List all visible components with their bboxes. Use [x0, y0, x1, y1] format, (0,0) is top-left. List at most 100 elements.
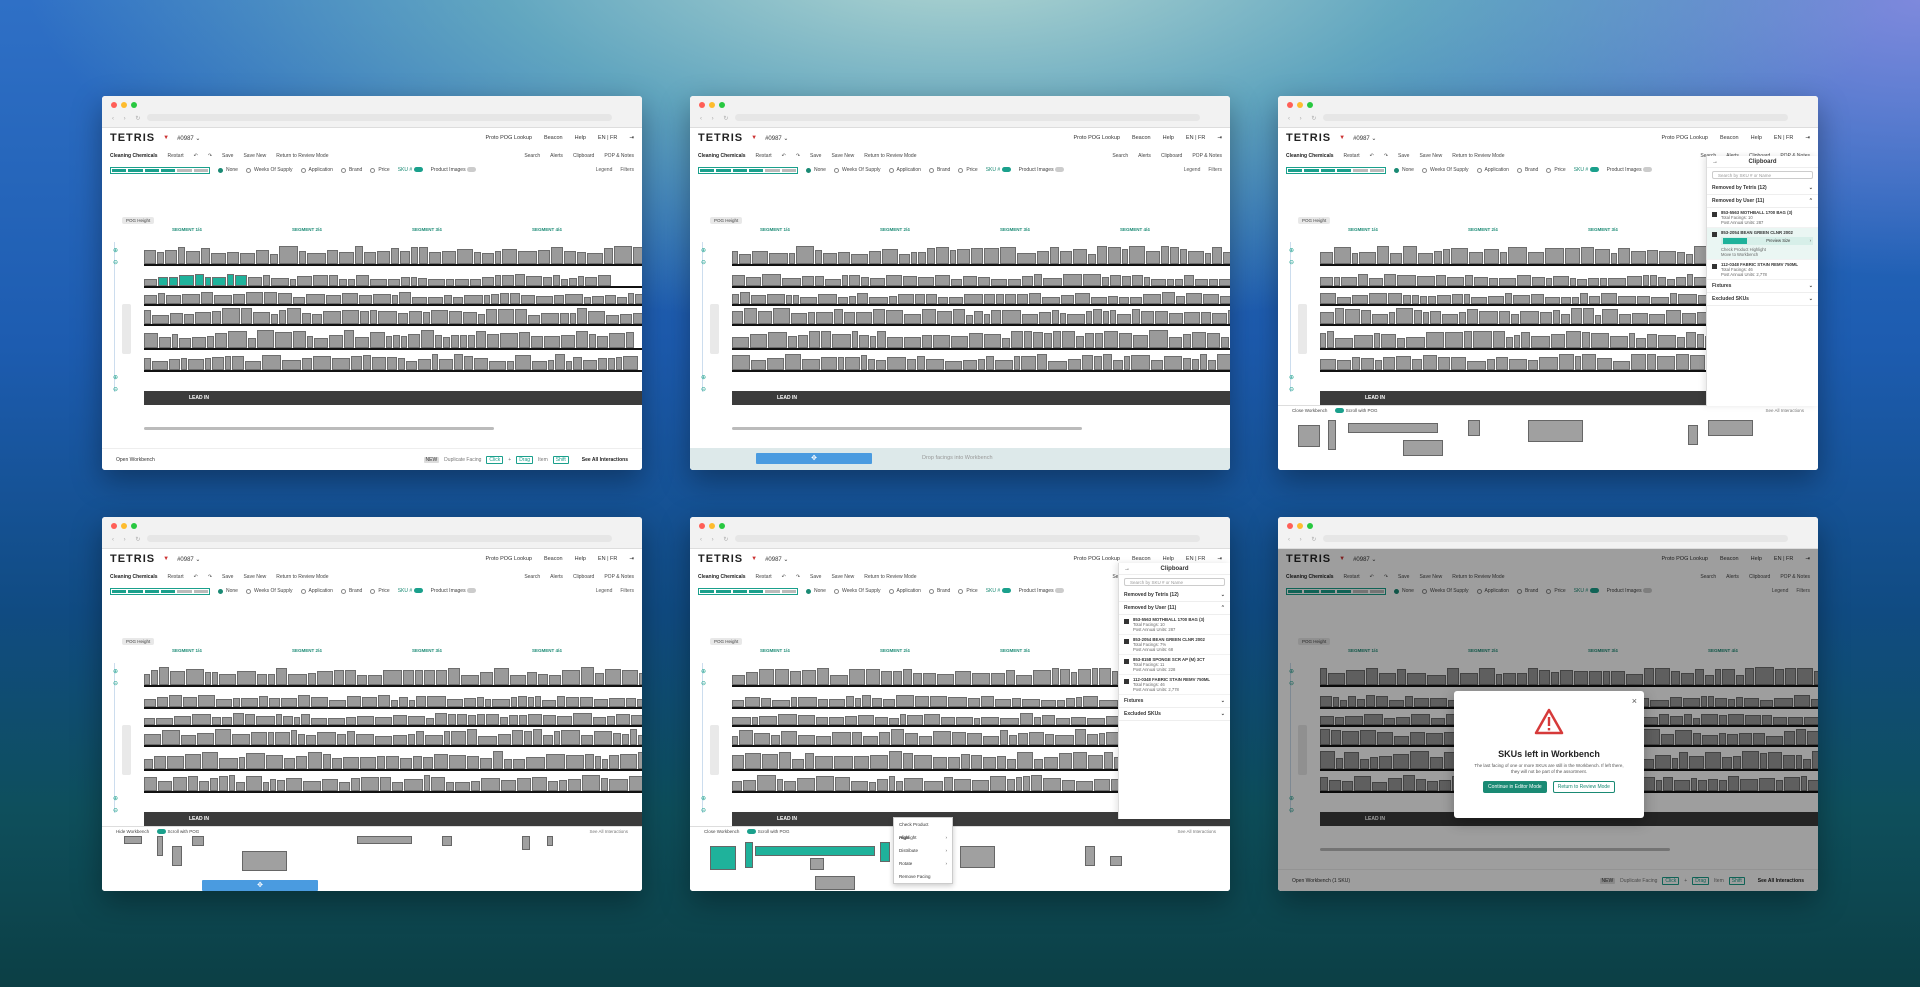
product-facing[interactable]: [798, 735, 815, 745]
product-facing[interactable]: [327, 249, 338, 264]
product-facing[interactable]: [1520, 311, 1539, 324]
product-facing[interactable]: [995, 699, 1011, 707]
product-facing[interactable]: [1130, 297, 1142, 304]
product-facing[interactable]: [1228, 310, 1230, 324]
product-facing[interactable]: [375, 736, 392, 745]
back-arrow-icon[interactable]: →: [1124, 563, 1130, 575]
product-facing[interactable]: [266, 754, 283, 769]
product-facing[interactable]: [561, 334, 575, 348]
product-facing[interactable]: [887, 337, 903, 348]
product-facing[interactable]: [849, 274, 860, 286]
product-facing[interactable]: [293, 297, 305, 304]
product-facing[interactable]: [457, 248, 473, 264]
product-facing[interactable]: [1352, 356, 1360, 370]
product-facing[interactable]: [334, 669, 344, 685]
product-facing[interactable]: [524, 731, 532, 745]
product-facing[interactable]: [1610, 335, 1628, 348]
product-facing[interactable]: [1320, 358, 1336, 370]
product-facing[interactable]: [1022, 313, 1038, 324]
product-facing[interactable]: [518, 695, 527, 707]
traffic-lights[interactable]: [1287, 523, 1313, 529]
product-facing[interactable]: [1095, 332, 1103, 348]
product-facing[interactable]: [355, 246, 363, 264]
product-facing[interactable]: [1320, 292, 1336, 304]
product-facing[interactable]: [1334, 247, 1351, 264]
save-new-button[interactable]: Save New: [831, 574, 854, 580]
product-facing[interactable]: [772, 699, 790, 707]
product-facing[interactable]: [1093, 309, 1102, 324]
product-facing[interactable]: [969, 333, 983, 348]
product-facing[interactable]: [313, 356, 331, 370]
product-facing[interactable]: [169, 695, 182, 707]
product-facing[interactable]: [870, 755, 888, 769]
product-facing[interactable]: [983, 757, 996, 769]
product-facing[interactable]: [467, 756, 479, 769]
product-facing[interactable]: [1496, 356, 1508, 370]
product-facing[interactable]: [1052, 310, 1059, 324]
product-facing[interactable]: [183, 697, 197, 707]
product-facing[interactable]: [791, 313, 807, 324]
product-facing[interactable]: [1647, 354, 1656, 370]
product-facing[interactable]: [478, 735, 497, 745]
product-facing[interactable]: [498, 734, 511, 745]
product-facing[interactable]: [144, 249, 156, 264]
scroll-with-pog-toggle[interactable]: Scroll with POG: [1335, 408, 1377, 414]
product-facing[interactable]: [275, 332, 292, 348]
product-facing[interactable]: [423, 312, 430, 324]
product-facing[interactable]: [1464, 331, 1472, 348]
product-facing[interactable]: [816, 716, 828, 725]
logout-icon[interactable]: ⇥: [1805, 135, 1810, 141]
product-facing[interactable]: [767, 357, 784, 370]
product-facing[interactable]: [1320, 333, 1326, 348]
product-facing[interactable]: [565, 294, 583, 304]
undo-icon[interactable]: ↶: [782, 574, 786, 580]
product-facing[interactable]: [900, 713, 906, 725]
return-review-mode-button[interactable]: Return to Review Mode: [864, 574, 916, 580]
product-facing[interactable]: [1464, 293, 1470, 304]
nav-arrows-icon[interactable]: ‹ › ↻: [700, 536, 732, 543]
product-facing[interactable]: [1221, 336, 1229, 348]
product-facing[interactable]: [205, 277, 211, 286]
product-facing[interactable]: [222, 308, 240, 324]
product-facing[interactable]: [1513, 294, 1530, 304]
store-selector[interactable]: #0987 ⌄: [1353, 135, 1376, 142]
product-facing[interactable]: [1108, 295, 1118, 304]
product-facing[interactable]: [1180, 248, 1187, 264]
product-facing[interactable]: [1565, 247, 1580, 264]
product-facing[interactable]: [444, 294, 452, 304]
product-facing[interactable]: [495, 250, 501, 264]
product-facing[interactable]: [1499, 310, 1510, 324]
product-facing[interactable]: [416, 731, 424, 745]
product-facing[interactable]: [431, 776, 445, 791]
move-to-workbench-option[interactable]: Move to Workbench: [1721, 252, 1813, 257]
product-facing[interactable]: [1184, 311, 1200, 324]
product-facing[interactable]: [1452, 294, 1463, 304]
product-facing[interactable]: [1352, 252, 1358, 264]
product-facing[interactable]: [531, 336, 543, 348]
product-facing[interactable]: [1014, 355, 1020, 370]
product-facing[interactable]: [1406, 337, 1425, 348]
product-facing[interactable]: [991, 309, 1001, 324]
product-facing[interactable]: [551, 247, 563, 264]
product-facing[interactable]: [1022, 699, 1040, 707]
product-facing[interactable]: [519, 714, 527, 725]
product-facing[interactable]: [808, 311, 815, 324]
product-facing[interactable]: [877, 779, 888, 791]
product-facing[interactable]: [186, 669, 204, 685]
product-facing[interactable]: [144, 698, 156, 707]
beacon-link[interactable]: Beacon: [1132, 135, 1151, 141]
product-facing[interactable]: [159, 667, 169, 685]
product-facing[interactable]: [144, 279, 157, 286]
save-button[interactable]: Save: [222, 153, 233, 159]
filters-button[interactable]: Filters: [620, 167, 634, 173]
product-facing[interactable]: [1658, 334, 1676, 348]
highlight-brand[interactable]: Brand: [928, 167, 950, 173]
product-facing[interactable]: [577, 308, 587, 324]
product-facing[interactable]: [1335, 337, 1353, 348]
product-facing[interactable]: [281, 698, 297, 707]
product-facing[interactable]: [815, 755, 833, 769]
product-facing[interactable]: [1471, 297, 1487, 304]
product-facing[interactable]: [398, 312, 408, 324]
product-facing[interactable]: [1619, 313, 1631, 324]
product-facing[interactable]: [1588, 278, 1599, 286]
